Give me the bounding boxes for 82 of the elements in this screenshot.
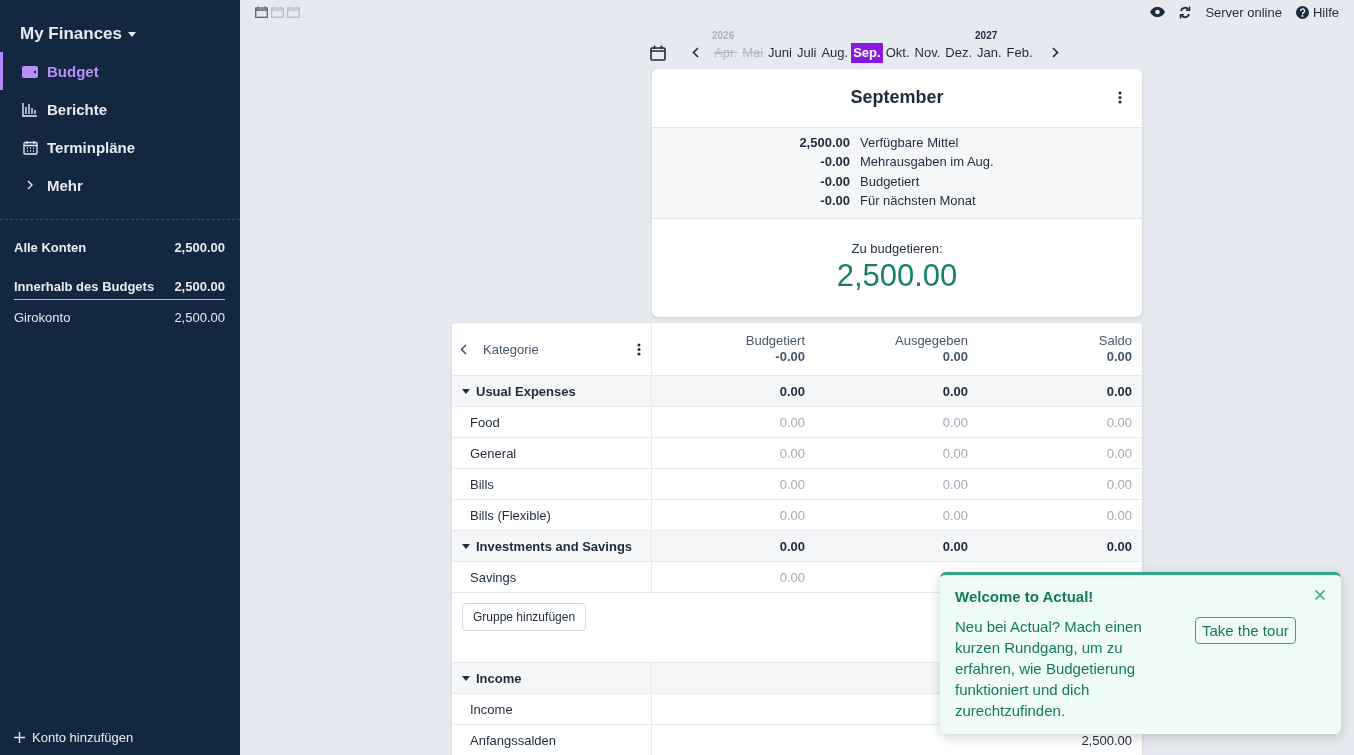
summary-label: Mehrausgaben im Aug. (860, 153, 995, 172)
year-label: 2027 (975, 29, 998, 41)
chevron-right-icon[interactable] (1052, 47, 1060, 59)
year-label: 2026 (712, 29, 735, 41)
group-amount: 0.00 (779, 538, 805, 554)
category-name[interactable]: General (470, 445, 517, 461)
sidebar-nav-item[interactable]: Terminpläne (0, 128, 240, 166)
category-name[interactable]: Bills (Flexible) (470, 507, 551, 523)
toast-title: Welcome to Actual! (955, 588, 1094, 606)
column-total: 0.00 (942, 349, 968, 365)
add-group-button[interactable]: Gruppe hinzufügen (462, 603, 587, 631)
plus-icon (14, 732, 25, 743)
take-tour-button[interactable]: Take the tour (1195, 616, 1296, 644)
server-status[interactable]: Server online (1205, 4, 1282, 20)
summary-amount: 2,500.00 (798, 133, 850, 152)
chevron-left-icon[interactable] (460, 343, 467, 355)
caret-down-icon[interactable] (462, 543, 470, 549)
month-button[interactable]: Sep. (851, 42, 883, 63)
more-options-icon[interactable] (1118, 90, 1122, 104)
wallet-icon (22, 64, 38, 78)
month-button[interactable]: Nov. (912, 42, 943, 63)
column-header: Ausgegeben (895, 333, 968, 349)
column-header: Budgetiert (745, 333, 805, 349)
caret-down-icon[interactable] (462, 388, 470, 394)
month-button[interactable]: Aug. (819, 42, 851, 63)
category-name[interactable]: Anfangssalden (470, 732, 556, 748)
account-balance: 2,500.00 (174, 309, 225, 325)
add-account-button[interactable]: Konto hinzufügen (14, 730, 134, 745)
category-group-name[interactable]: Investments and Savings (476, 538, 633, 554)
account-name[interactable]: Alle Konten (14, 239, 87, 255)
column-header: Saldo (1098, 333, 1132, 349)
summary-amount: -0.00 (819, 192, 850, 211)
more-options-icon[interactable] (637, 342, 641, 356)
month-button[interactable]: Juli (794, 42, 819, 63)
month-button[interactable]: Okt. (883, 42, 912, 63)
account-name[interactable]: Girokonto (14, 309, 71, 325)
caret-down-icon (128, 31, 137, 37)
to-budget-amount: 2,500.00 (836, 257, 958, 294)
help-button[interactable]: Hilfe (1296, 4, 1339, 20)
close-icon[interactable] (1315, 590, 1325, 600)
column-header: Kategorie (483, 341, 540, 357)
sidebar-nav-item[interactable]: Mehr (0, 166, 240, 204)
category-amount[interactable]: 2,500.00 (1081, 732, 1132, 748)
summary-label: Verfügbare Mittel (860, 133, 960, 152)
account-balance: 2,500.00 (174, 239, 225, 255)
month-button[interactable]: Feb. (1004, 42, 1035, 63)
budget-menu-button[interactable]: My Finances (20, 24, 137, 44)
toast-message: Neu bei Actual? Mach einen kurzen Rundgang, um zu erfahren, wie Budgetierung funktioniert und dich zurechtzufinden. (955, 616, 1143, 721)
bar-chart-icon (22, 101, 38, 117)
calendar-icon (22, 139, 38, 155)
group-amount: 0.00 (779, 383, 805, 399)
column-total: -0.00 (775, 349, 805, 365)
category-name[interactable]: Bills (470, 476, 494, 492)
sync-icon[interactable] (1179, 5, 1192, 19)
category-name[interactable]: Food (470, 414, 500, 430)
calendar-icon[interactable] (650, 44, 666, 61)
month-button[interactable]: Dez. (943, 42, 974, 63)
column-total: 0.00 (1106, 349, 1132, 365)
summary-amount: -0.00 (819, 172, 850, 191)
group-amount: 0.00 (942, 538, 968, 554)
month-button[interactable]: Juni (766, 42, 794, 63)
summary-amount: -0.00 (819, 153, 850, 172)
month-title: September (850, 87, 944, 109)
chevron-right-icon (26, 180, 34, 190)
category-group-name[interactable]: Usual Expenses (476, 383, 576, 399)
question-circle-icon (1296, 5, 1309, 19)
group-amount: 0.00 (942, 383, 968, 399)
summary-label: Für nächsten Monat (860, 192, 977, 211)
category-group-name[interactable]: Income (476, 670, 522, 686)
account-name[interactable]: Innerhalb des Budgets (14, 278, 155, 294)
group-amount: 0.00 (1106, 538, 1132, 554)
group-amount: 0.00 (1106, 383, 1132, 399)
to-budget-label: Zu budgetieren: (851, 240, 943, 256)
caret-down-icon[interactable] (462, 675, 470, 681)
summary-label: Budgetiert (860, 172, 921, 191)
month-button[interactable]: Jan. (975, 42, 1004, 63)
category-name[interactable]: Income (470, 701, 513, 717)
eye-icon[interactable] (1150, 7, 1166, 18)
chevron-left-icon[interactable] (691, 47, 699, 59)
category-name[interactable]: Savings (470, 569, 517, 585)
sidebar-nav-item[interactable]: Berichte (0, 90, 240, 128)
account-balance: 2,500.00 (174, 278, 225, 294)
